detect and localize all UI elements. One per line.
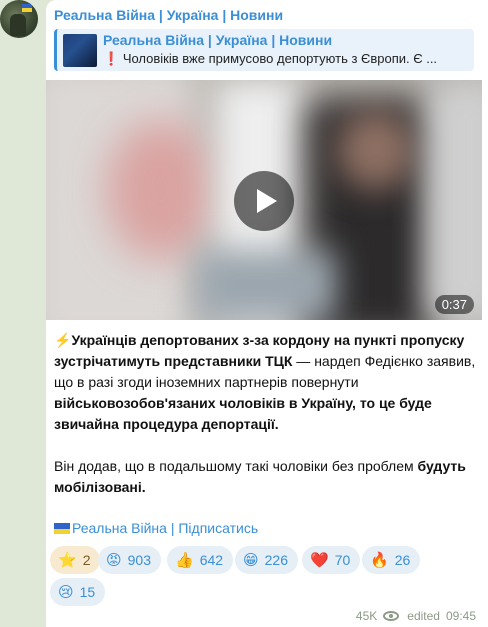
reaction-cry[interactable]: 😢 15 bbox=[50, 578, 106, 606]
grin-face-icon: 😁 bbox=[243, 551, 259, 569]
crying-face-icon: 😢 bbox=[58, 583, 74, 601]
message-paragraph-1: ⚡Українців депортованих з-за кордону на … bbox=[54, 330, 482, 435]
exclamation-icon: ❗ bbox=[103, 51, 120, 66]
subscribe-label[interactable]: Реальна Війна | Підписатись bbox=[72, 520, 258, 536]
fire-icon: 🔥 bbox=[370, 551, 389, 569]
reaction-count: 70 bbox=[334, 552, 351, 568]
channel-avatar[interactable] bbox=[0, 0, 38, 38]
reaction-count: 226 bbox=[264, 552, 288, 568]
reaction-count: 2 bbox=[82, 552, 91, 568]
reply-preview[interactable]: Реальна Війна | Україна | Новини ❗ Чолов… bbox=[54, 29, 474, 71]
star-icon: ⭐ bbox=[58, 551, 77, 569]
message-text: ⚡Українців депортованих з-за кордону на … bbox=[54, 330, 482, 498]
reaction-fire[interactable]: 🔥 26 bbox=[362, 546, 421, 574]
reaction-heart[interactable]: ❤️ 70 bbox=[302, 546, 361, 574]
play-button[interactable] bbox=[234, 171, 294, 231]
avatar-flag-yellow bbox=[22, 8, 32, 12]
video-blur-region bbox=[336, 110, 416, 190]
video-blur-region bbox=[426, 80, 482, 320]
reaction-angry[interactable]: 😡 903 bbox=[98, 546, 161, 574]
ukraine-flag-icon bbox=[54, 523, 70, 534]
reaction-count: 15 bbox=[79, 584, 96, 600]
lightning-icon: ⚡ bbox=[54, 332, 72, 348]
reply-thumbnail bbox=[63, 34, 97, 67]
reaction-star[interactable]: ⭐ 2 bbox=[50, 546, 101, 574]
message-meta: 45K edited 09:45 bbox=[356, 609, 476, 623]
message-bubble: Реальна Війна | Україна | Новини Реальна… bbox=[46, 0, 488, 627]
reply-title: Реальна Війна | Україна | Новини bbox=[103, 32, 333, 48]
thumbs-up-icon: 👍 bbox=[175, 551, 194, 569]
play-icon bbox=[257, 189, 277, 213]
reaction-count: 642 bbox=[199, 552, 224, 568]
reaction-count: 26 bbox=[394, 552, 411, 568]
message-time: 09:45 bbox=[445, 609, 476, 623]
edited-label: edited bbox=[407, 609, 440, 623]
message-bold-2: військовозобов'язаних чоловіків в Україн… bbox=[54, 395, 432, 432]
message-normal-2: Він додав, що в подальшому такі чоловіки… bbox=[54, 458, 418, 474]
video-duration: 0:37 bbox=[434, 295, 474, 314]
angry-face-icon: 😡 bbox=[106, 551, 122, 569]
video-blur-region bbox=[106, 120, 216, 260]
reply-snippet: Чоловіків вже примусово депортують з Євр… bbox=[122, 51, 438, 66]
video-player[interactable]: 0:37 bbox=[46, 80, 482, 320]
reply-text: ❗ Чоловіків вже примусово депортують з Є… bbox=[103, 51, 473, 67]
video-blur-region bbox=[196, 250, 336, 320]
eye-icon bbox=[383, 611, 400, 621]
message-paragraph-2: Він додав, що в подальшому такі чоловіки… bbox=[54, 456, 482, 498]
heart-icon: ❤️ bbox=[310, 551, 329, 569]
channel-name[interactable]: Реальна Війна | Україна | Новини bbox=[54, 7, 283, 23]
reaction-count: 903 bbox=[127, 552, 151, 568]
reaction-thumbs-up[interactable]: 👍 642 bbox=[167, 546, 234, 574]
avatar-figure bbox=[10, 14, 26, 36]
view-count: 45K bbox=[355, 609, 378, 623]
reaction-grin[interactable]: 😁 226 bbox=[235, 546, 298, 574]
subscribe-link[interactable]: Реальна Війна | Підписатись bbox=[54, 520, 258, 536]
